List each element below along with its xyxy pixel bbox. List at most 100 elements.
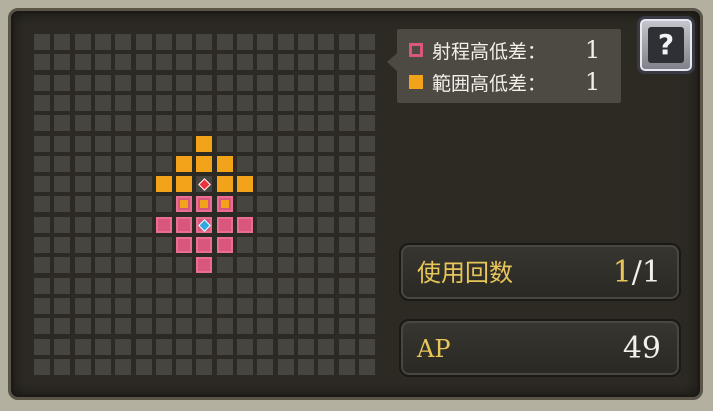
grid-tile: [136, 257, 152, 273]
grid-tile: [217, 257, 233, 273]
grid-tile: [196, 318, 212, 334]
grid-tile: [95, 278, 111, 294]
grid-tile: [95, 217, 111, 233]
grid-tile: [95, 196, 111, 212]
grid-tile: [54, 278, 70, 294]
grid-tile: [278, 75, 294, 91]
grid-tile: [339, 237, 355, 253]
grid-tile: [318, 217, 334, 233]
grid-tile: [75, 278, 91, 294]
grid-tile: [318, 54, 334, 70]
grid-tile: [298, 34, 314, 50]
grid-tile: [278, 34, 294, 50]
grid-tile: [359, 176, 375, 192]
target-tile: [196, 257, 212, 273]
grid-tile: [75, 359, 91, 375]
help-button[interactable]: ?: [637, 16, 695, 74]
target-tile: [176, 217, 192, 233]
grid-tile: [339, 196, 355, 212]
grid-tile: [95, 257, 111, 273]
grid-tile: [34, 196, 50, 212]
grid-tile: [115, 339, 131, 355]
grid-tile: [176, 298, 192, 314]
grid-tile: [339, 54, 355, 70]
height-legend: 射程高低差： 1 範囲高低差： 1: [387, 29, 621, 103]
grid-tile: [359, 156, 375, 172]
grid-tile: [75, 257, 91, 273]
grid-tile: [318, 237, 334, 253]
grid-tile: [237, 278, 253, 294]
grid-tile: [176, 115, 192, 131]
grid-tile: [298, 318, 314, 334]
grid-tile: [237, 34, 253, 50]
grid-tile: [54, 75, 70, 91]
grid-tile: [54, 339, 70, 355]
grid-tile: [318, 115, 334, 131]
grid-tile: [156, 136, 172, 152]
grid-tile: [115, 359, 131, 375]
grid-tile: [278, 54, 294, 70]
grid-tile: [237, 196, 253, 212]
grid-tile: [54, 196, 70, 212]
grid-tile: [359, 339, 375, 355]
grid-tile: [339, 95, 355, 111]
grid-tile: [156, 278, 172, 294]
grid-tile: [257, 237, 273, 253]
grid-tile: [278, 359, 294, 375]
grid-tile: [359, 95, 375, 111]
grid-tile: [318, 34, 334, 50]
grid-tile: [136, 156, 152, 172]
grid-tile: [176, 136, 192, 152]
grid-tile: [217, 359, 233, 375]
grid-tile: [359, 196, 375, 212]
grid-tile: [217, 298, 233, 314]
target-tile: [176, 237, 192, 253]
grid-tile: [298, 237, 314, 253]
use-count-box: 使用回数 1/1: [399, 243, 681, 301]
grid-tile: [359, 34, 375, 50]
use-count-max: /1: [631, 255, 661, 290]
grid-tile: [115, 237, 131, 253]
grid-tile: [156, 156, 172, 172]
grid-tile: [298, 95, 314, 111]
grid-tile: [136, 115, 152, 131]
grid-tile: [156, 318, 172, 334]
grid-tile: [237, 339, 253, 355]
grid-tile: [298, 298, 314, 314]
grid-tile: [257, 54, 273, 70]
grid-tile: [75, 75, 91, 91]
grid-tile: [75, 196, 91, 212]
grid-tile: [115, 298, 131, 314]
ap-box: AP 49: [399, 319, 681, 377]
grid-tile: [95, 156, 111, 172]
grid-tile: [156, 237, 172, 253]
grid-tile: [318, 176, 334, 192]
range-tile: [217, 156, 233, 172]
grid-tile: [136, 237, 152, 253]
grid-tile: [136, 217, 152, 233]
grid-tile: [34, 34, 50, 50]
grid-tile: [136, 95, 152, 111]
grid-tile: [318, 75, 334, 91]
grid-tile: [339, 257, 355, 273]
grid-tile: [217, 339, 233, 355]
target-tile: [237, 217, 253, 233]
range-tile: [176, 176, 192, 192]
grid-tile: [115, 115, 131, 131]
grid-tile: [115, 156, 131, 172]
grid-tile: [217, 95, 233, 111]
grid-tile: [217, 115, 233, 131]
grid-tile: [156, 196, 172, 212]
grid-tile: [75, 339, 91, 355]
grid-tile: [176, 339, 192, 355]
grid-tile: [196, 359, 212, 375]
grid-tile: [54, 359, 70, 375]
grid-tile: [196, 278, 212, 294]
grid-tile: [257, 75, 273, 91]
grid-tile: [217, 75, 233, 91]
grid-tile: [34, 95, 50, 111]
grid-tile: [34, 359, 50, 375]
grid-tile: [136, 359, 152, 375]
grid-tile: [54, 115, 70, 131]
grid-tile: [34, 318, 50, 334]
